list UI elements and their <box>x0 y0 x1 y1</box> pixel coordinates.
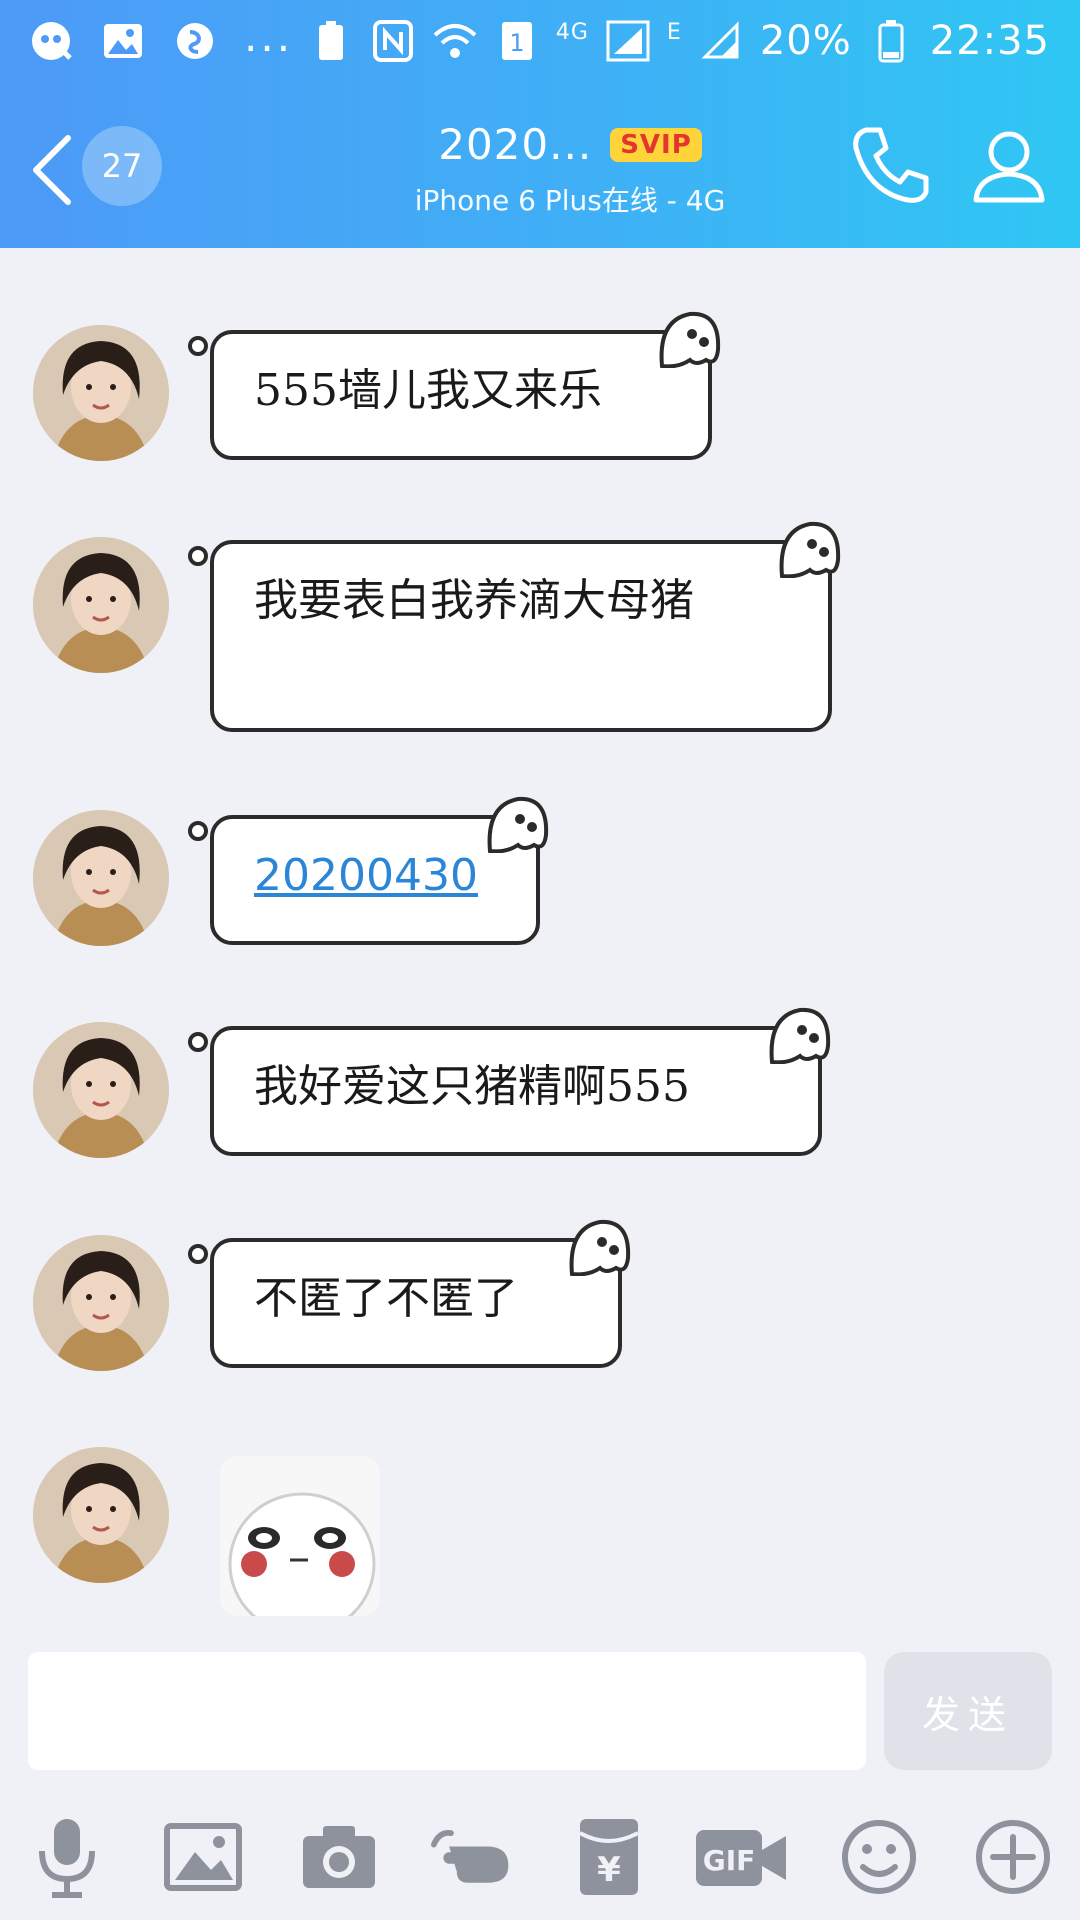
bubble-tail <box>188 336 208 356</box>
battery-percent: 20% <box>759 18 852 64</box>
ghost-decoration-icon <box>659 311 721 368</box>
ghost-decoration-icon <box>487 796 549 853</box>
status-left: ... <box>28 12 293 64</box>
message-text: 不匿了不匿了 <box>254 1273 518 1324</box>
bubble-tail <box>188 1244 208 1264</box>
message-bubble[interactable]: 不匿了不匿了 <box>188 1219 631 1368</box>
plus-more-icon[interactable] <box>970 1814 1056 1900</box>
message-input[interactable] <box>28 1652 866 1770</box>
nfc-icon <box>370 18 416 64</box>
sender-avatar[interactable] <box>33 1235 169 1371</box>
back-icon[interactable] <box>24 130 84 210</box>
message-bubble[interactable]: 我好爱这只猪精啊555 <box>188 1007 831 1156</box>
message-bubble[interactable]: 555墙儿我又来乐 <box>188 311 721 460</box>
signal-strength-icon <box>605 18 651 64</box>
message-text: 555墙儿我又来乐 <box>254 365 602 416</box>
more-notifications: ... <box>244 11 294 61</box>
title-bar: 27 2020... SVIP iPhone 6 Plus在线 - 4G <box>0 92 1080 248</box>
chat-header: ... 1 4G E 20% 22:35 27 2020... SVIP iPh… <box>0 0 1080 248</box>
ghost-decoration-icon <box>569 1219 631 1276</box>
network-type-e: E <box>666 19 682 45</box>
battery-icon <box>868 18 914 64</box>
sticker-message[interactable] <box>220 1456 380 1616</box>
unread-count-badge[interactable]: 27 <box>82 126 162 206</box>
microphone-icon[interactable] <box>24 1814 110 1900</box>
qq-notification-icon <box>28 18 74 64</box>
message-text: 我好爱这只猪精啊555 <box>254 1061 690 1112</box>
bubble-tail <box>188 546 208 566</box>
image-icon[interactable] <box>160 1814 246 1900</box>
red-packet-symbol: ¥ <box>597 1850 621 1890</box>
sender-avatar[interactable] <box>33 1447 169 1583</box>
wifi-icon <box>432 18 478 64</box>
svip-badge: SVIP <box>610 127 702 162</box>
gif-label: GIF <box>703 1844 756 1877</box>
music-notification-icon <box>172 18 218 64</box>
bubble-tail <box>188 821 208 841</box>
input-toolbar: ¥ GIF <box>0 1806 1080 1906</box>
phone-call-icon[interactable] <box>848 122 934 208</box>
ghost-decoration-icon <box>779 521 841 578</box>
sim-slot-icon: 1 <box>494 18 540 64</box>
message-link[interactable]: 20200430 <box>254 850 478 901</box>
status-bar: ... 1 4G E 20% 22:35 <box>0 0 1080 92</box>
message-bubble[interactable]: 我要表白我养滴大母猪 <box>188 521 841 732</box>
emoji-icon[interactable] <box>836 1814 922 1900</box>
sender-avatar[interactable] <box>33 1022 169 1158</box>
network-type-4g: 4G <box>555 19 589 45</box>
battery-saver-icon <box>308 18 354 64</box>
chat-title-area[interactable]: 2020... SVIP iPhone 6 Plus在线 - 4G <box>360 120 780 230</box>
chat-title: 2020... <box>438 120 593 169</box>
online-status: iPhone 6 Plus在线 - 4G <box>414 184 726 217</box>
red-packet-icon[interactable]: ¥ <box>566 1814 652 1900</box>
sender-avatar[interactable] <box>33 537 169 673</box>
gallery-notification-icon <box>100 18 146 64</box>
status-right: 1 4G E 20% 22:35 <box>308 18 1050 64</box>
ghost-decoration-icon <box>769 1007 831 1064</box>
sender-avatar[interactable] <box>33 325 169 461</box>
send-button[interactable]: 发送 <box>884 1652 1052 1770</box>
clock: 22:35 <box>929 18 1050 64</box>
poke-icon[interactable] <box>430 1814 516 1900</box>
signal-strength-2-icon <box>698 18 744 64</box>
gif-icon[interactable]: GIF <box>694 1814 790 1900</box>
message-bubble[interactable]: 20200430 <box>188 796 549 945</box>
profile-icon[interactable] <box>966 122 1052 208</box>
sticker-face-icon <box>220 1456 380 1616</box>
sender-avatar[interactable] <box>33 810 169 946</box>
camera-icon[interactable] <box>296 1814 382 1900</box>
sim-slot-number: 1 <box>509 29 524 57</box>
bubble-tail <box>188 1032 208 1052</box>
message-text: 我要表白我养滴大母猪 <box>254 575 694 626</box>
